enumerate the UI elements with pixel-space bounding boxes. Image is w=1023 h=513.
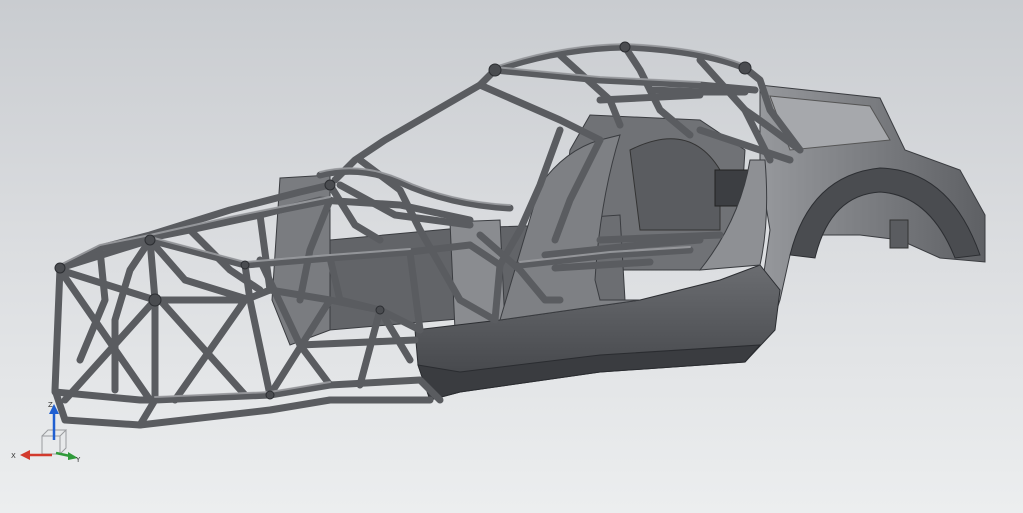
x-axis-label: X xyxy=(11,452,16,460)
chassis-model[interactable] xyxy=(0,0,1023,513)
graphics-viewport[interactable]: Z X Y xyxy=(0,0,1023,513)
y-axis-label: Y xyxy=(75,456,81,464)
coordinate-triad: Z X Y xyxy=(11,401,81,464)
z-axis-arrow: Z xyxy=(48,401,59,440)
y-axis-arrow: Y xyxy=(55,451,81,464)
z-axis-label: Z xyxy=(48,401,53,409)
x-axis-arrow: X xyxy=(11,450,52,460)
